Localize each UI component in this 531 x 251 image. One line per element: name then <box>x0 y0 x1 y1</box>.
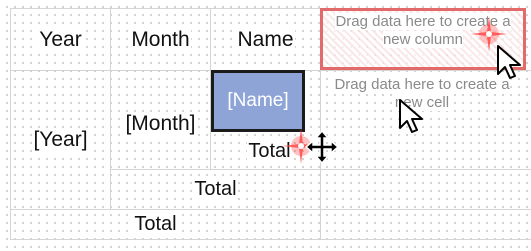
header-name-cell[interactable]: Name <box>211 9 320 70</box>
month-field-label: [Month] <box>124 112 197 136</box>
header-year-cell[interactable]: Year <box>11 9 110 70</box>
month-total-cell[interactable]: Total <box>111 170 320 209</box>
grand-total-label: Total <box>133 213 178 236</box>
name-total-label: Total <box>247 139 292 163</box>
month-total-label: Total <box>193 178 238 201</box>
name-total-cell[interactable]: Total <box>211 133 320 169</box>
name-field-label: [Name] <box>227 90 289 111</box>
header-month-cell[interactable]: Month <box>111 9 210 70</box>
header-month-label: Month <box>130 27 191 52</box>
header-year-label: Year <box>38 27 83 52</box>
outer-bottom-border <box>10 239 531 240</box>
new-cell-drop-hint[interactable]: Drag data here to create a new cell <box>322 76 522 112</box>
name-field-cell-selected[interactable]: [Name] <box>211 70 305 132</box>
new-column-drop-hint: Drag data here to create a new column <box>335 13 511 48</box>
month-field-cell[interactable]: [Month] <box>111 71 210 169</box>
header-name-label: Name <box>236 27 295 52</box>
grand-total-cell[interactable]: Total <box>11 210 320 239</box>
year-field-cell[interactable]: [Year] <box>11 71 110 209</box>
year-field-label: [Year] <box>32 128 89 152</box>
